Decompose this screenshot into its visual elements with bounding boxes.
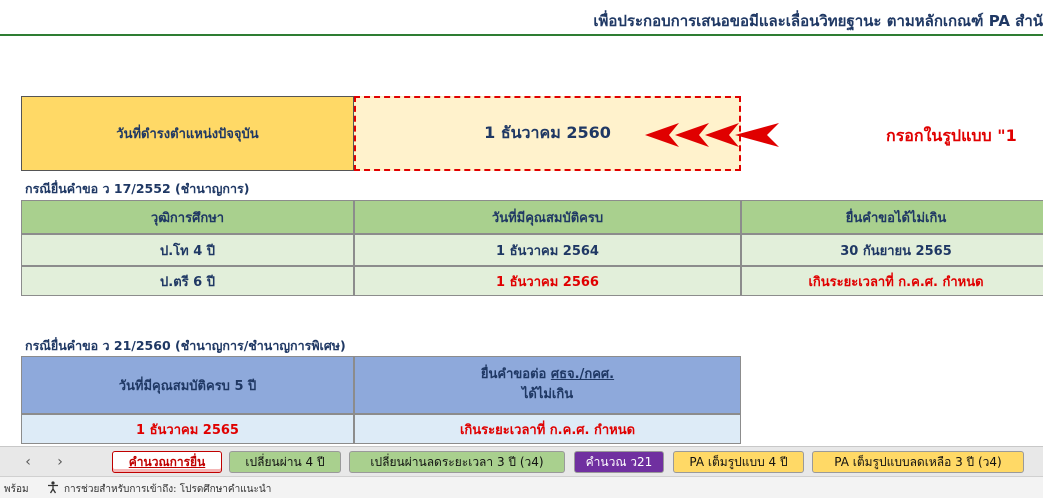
sheet-tab-calc-v21[interactable]: คำนวณ ว21 [574, 451, 664, 473]
case2-row-deadline: เกินระยะเวลาที่ ก.ค.ศ. กำหนด [354, 414, 741, 444]
status-bar: พร้อม การช่วยสำหรับการเข้าถึง: โปรดศึกษา… [0, 476, 1043, 498]
case2-col-qualified: วันที่มีคุณสมบัติครบ 5 ปี [21, 356, 354, 414]
scroll-tabs-right-icon[interactable]: › [52, 453, 68, 471]
case2-heading: กรณียื่นคำขอ ว 21/2560 (ชำนาญการ/ชำนาญกา… [25, 338, 346, 353]
case1-row1-deadline: 30 กันยายน 2565 [741, 234, 1043, 266]
arrows-icon [645, 122, 780, 148]
case1-row2-qualified: 1 ธันวาคม 2566 [354, 266, 741, 296]
sheet-tab-transition-4y[interactable]: เปลี่ยนผ่าน 4 ปี [229, 451, 341, 473]
accessibility-icon[interactable] [46, 480, 60, 494]
sheet-title: เพื่อประกอบการเสนอขอมีและเลื่อนวิทยฐานะ … [593, 12, 1043, 30]
case2-row-qualified: 1 ธันวาคม 2565 [21, 414, 354, 444]
case1-col-deadline: ยื่นคำขอได้ไม่เกิน [741, 200, 1043, 234]
case1-row1-qualified: 1 ธันวาคม 2564 [354, 234, 741, 266]
sheet-tab-transition-3y[interactable]: เปลี่ยนผ่านลดระยะเวลา 3 ปี (ว4) [349, 451, 565, 473]
case2-authority-link: ศธจ./กคศ. [550, 367, 615, 382]
case2-col-deadline: ยื่นคำขอต่อ ศธจ./กคศ. ได้ไม่เกิน [354, 356, 741, 414]
case1-col-qualified: วันที่มีคุณสมบัติครบ [354, 200, 741, 234]
current-position-label: วันที่ดำรงตำแหน่งปัจจุบัน [21, 96, 354, 171]
case2-col-deadline-line2: ได้ไม่เกิน [521, 387, 574, 402]
case1-row1-degree: ป.โท 4 ปี [21, 234, 354, 266]
scroll-tabs-left-icon[interactable]: ‹ [20, 453, 36, 471]
case1-row2-degree: ป.ตรี 6 ปี [21, 266, 354, 296]
case1-col-degree: วุฒิการศึกษา [21, 200, 354, 234]
sheet-tab-pa-full-4y[interactable]: PA เต็มรูปแบบ 4 ปี [673, 451, 804, 473]
status-ready: พร้อม [4, 484, 29, 495]
sheet-tab-pa-full-3y[interactable]: PA เต็มรูปแบบลดเหลือ 3 ปี (ว4) [812, 451, 1024, 473]
case2-col-deadline-line1: ยื่นคำขอต่อ ศธจ./กคศ. [481, 365, 614, 385]
case2-submit-to-label: ยื่นคำขอต่อ [480, 367, 551, 382]
sheet-tab-calculate[interactable]: คำนวณการยื่น [112, 451, 222, 473]
case1-heading: กรณียื่นคำขอ ว 17/2552 (ชำนาญการ) [25, 181, 250, 196]
case1-row2-deadline: เกินระยะเวลาที่ ก.ค.ศ. กำหนด [741, 266, 1043, 296]
accessibility-status[interactable]: การช่วยสำหรับการเข้าถึง: โปรดศึกษาคำแนะน… [64, 482, 271, 497]
sheet-tab-bar: ‹ › คำนวณการยื่น เปลี่ยนผ่าน 4 ปี เปลี่ย… [0, 446, 1043, 476]
sheet-title-row: เพื่อประกอบการเสนอขอมีและเลื่อนวิทยฐานะ … [0, 0, 1043, 36]
input-format-instruction: กรอกในรูปแบบ "1 [886, 126, 1017, 145]
